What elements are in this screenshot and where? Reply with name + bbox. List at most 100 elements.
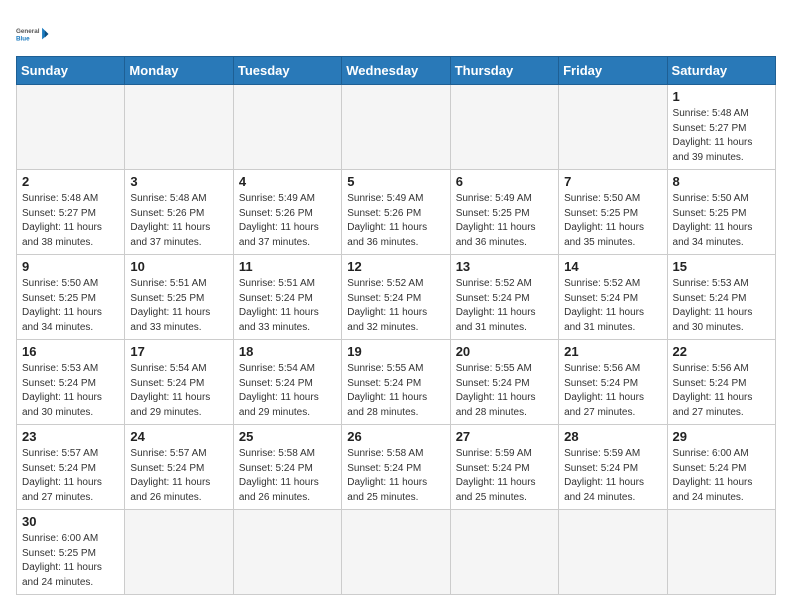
weekday-header-wednesday: Wednesday	[342, 57, 450, 85]
weekday-header-sunday: Sunday	[17, 57, 125, 85]
day-number: 14	[564, 259, 661, 274]
day-info: Sunrise: 5:57 AM Sunset: 5:24 PM Dayligh…	[130, 447, 227, 505]
weekday-header-row: SundayMondayTuesdayWednesdayThursdayFrid…	[17, 57, 776, 85]
day-number: 26	[347, 429, 444, 444]
day-number: 28	[564, 429, 661, 444]
calendar-cell: 23Sunrise: 5:57 AM Sunset: 5:24 PM Dayli…	[17, 425, 125, 510]
day-info: Sunrise: 5:59 AM Sunset: 5:24 PM Dayligh…	[564, 447, 661, 505]
calendar-cell	[559, 510, 667, 595]
calendar-cell: 19Sunrise: 5:55 AM Sunset: 5:24 PM Dayli…	[342, 340, 450, 425]
day-info: Sunrise: 5:54 AM Sunset: 5:24 PM Dayligh…	[130, 362, 227, 420]
day-info: Sunrise: 5:52 AM Sunset: 5:24 PM Dayligh…	[456, 277, 553, 335]
calendar-cell: 16 Sunrise: 5:53 AM Sunset: 5:24 PM Dayli…	[17, 340, 125, 425]
calendar-row: 16 Sunrise: 5:53 AM Sunset: 5:24 PM Dayli…	[17, 340, 776, 425]
svg-text:General: General	[16, 28, 40, 35]
day-info: Sunrise: 5:56 AM Sunset: 5:24 PM Dayligh…	[564, 362, 661, 420]
day-number: 12	[347, 259, 444, 274]
calendar-cell	[559, 85, 667, 170]
day-info: Sunrise: 5:58 AM Sunset: 5:24 PM Dayligh…	[347, 447, 444, 505]
page-header: GeneralBlue	[16, 16, 776, 48]
day-info: Sunrise: 5:48 AM Sunset: 5:27 PM Dayligh…	[22, 192, 119, 250]
calendar-cell: 9 Sunrise: 5:50 AM Sunset: 5:25 PM Daylig…	[17, 255, 125, 340]
day-number: 10	[130, 259, 227, 274]
calendar-cell	[667, 510, 775, 595]
day-number: 15	[673, 259, 770, 274]
day-info: Sunrise: 5:55 AM Sunset: 5:24 PM Dayligh…	[456, 362, 553, 420]
calendar-row: 2 Sunrise: 5:48 AM Sunset: 5:27 PM Daylig…	[17, 170, 776, 255]
day-number: 17	[130, 344, 227, 359]
calendar-cell: 26 Sunrise: 5:58 AM Sunset: 5:24 PM Dayli…	[342, 425, 450, 510]
day-number: 5	[347, 174, 444, 189]
day-info: Sunrise: 5:52 AM Sunset: 5:24 PM Dayligh…	[564, 277, 661, 335]
calendar-cell	[233, 85, 341, 170]
day-info: Sunrise: 5:51 AM Sunset: 5:24 PM Dayligh…	[239, 277, 336, 335]
logo: GeneralBlue	[16, 20, 52, 48]
calendar-cell: 10Sunrise: 5:51 AM Sunset: 5:25 PM Dayli…	[125, 255, 233, 340]
calendar-cell: 2 Sunrise: 5:48 AM Sunset: 5:27 PM Daylig…	[17, 170, 125, 255]
calendar-cell: 18 Sunrise: 5:54 AM Sunset: 5:24 PM Dayli…	[233, 340, 341, 425]
calendar-cell	[342, 510, 450, 595]
calendar-cell: 1Sunrise: 5:48 AM Sunset: 5:27 PM Daylig…	[667, 85, 775, 170]
calendar-cell: 28 Sunrise: 5:59 AM Sunset: 5:24 PM Dayli…	[559, 425, 667, 510]
day-info: Sunrise: 5:48 AM Sunset: 5:27 PM Dayligh…	[673, 107, 770, 165]
day-number: 25	[239, 429, 336, 444]
calendar-row: 9 Sunrise: 5:50 AM Sunset: 5:25 PM Daylig…	[17, 255, 776, 340]
weekday-header-friday: Friday	[559, 57, 667, 85]
day-info: Sunrise: 5:50 AM Sunset: 5:25 PM Dayligh…	[22, 277, 119, 335]
day-info: Sunrise: 5:58 AM Sunset: 5:24 PM Dayligh…	[239, 447, 336, 505]
weekday-header-tuesday: Tuesday	[233, 57, 341, 85]
calendar-cell: 29Sunrise: 6:00 AM Sunset: 5:24 PM Dayli…	[667, 425, 775, 510]
day-info: Sunrise: 5:50 AM Sunset: 5:25 PM Dayligh…	[673, 192, 770, 250]
calendar-table: SundayMondayTuesdayWednesdayThursdayFrid…	[16, 56, 776, 595]
calendar-cell: 8 Sunrise: 5:50 AM Sunset: 5:25 PM Daylig…	[667, 170, 775, 255]
day-info: Sunrise: 5:57 AM Sunset: 5:24 PM Dayligh…	[22, 447, 119, 505]
weekday-header-saturday: Saturday	[667, 57, 775, 85]
calendar-row: 1Sunrise: 5:48 AM Sunset: 5:27 PM Daylig…	[17, 85, 776, 170]
calendar-cell	[450, 510, 558, 595]
day-number: 7	[564, 174, 661, 189]
calendar-cell	[125, 85, 233, 170]
day-info: Sunrise: 5:50 AM Sunset: 5:25 PM Dayligh…	[564, 192, 661, 250]
day-info: Sunrise: 5:53 AM Sunset: 5:24 PM Dayligh…	[22, 362, 119, 420]
day-number: 27	[456, 429, 553, 444]
day-number: 22	[673, 344, 770, 359]
day-info: Sunrise: 5:48 AM Sunset: 5:26 PM Dayligh…	[130, 192, 227, 250]
day-info: Sunrise: 5:49 AM Sunset: 5:26 PM Dayligh…	[239, 192, 336, 250]
calendar-cell: 22 Sunrise: 5:56 AM Sunset: 5:24 PM Dayli…	[667, 340, 775, 425]
calendar-cell	[342, 85, 450, 170]
weekday-header-thursday: Thursday	[450, 57, 558, 85]
day-number: 16	[22, 344, 119, 359]
day-number: 21	[564, 344, 661, 359]
day-number: 24	[130, 429, 227, 444]
day-number: 6	[456, 174, 553, 189]
calendar-cell: 15Sunrise: 5:53 AM Sunset: 5:24 PM Dayli…	[667, 255, 775, 340]
calendar-cell: 27 Sunrise: 5:59 AM Sunset: 5:24 PM Dayli…	[450, 425, 558, 510]
calendar-cell: 14 Sunrise: 5:52 AM Sunset: 5:24 PM Dayli…	[559, 255, 667, 340]
calendar-cell	[17, 85, 125, 170]
day-number: 20	[456, 344, 553, 359]
day-number: 13	[456, 259, 553, 274]
calendar-cell: 3Sunrise: 5:48 AM Sunset: 5:26 PM Daylig…	[125, 170, 233, 255]
calendar-cell: 24 Sunrise: 5:57 AM Sunset: 5:24 PM Dayli…	[125, 425, 233, 510]
calendar-cell: 30Sunrise: 6:00 AM Sunset: 5:25 PM Dayli…	[17, 510, 125, 595]
calendar-cell: 12Sunrise: 5:52 AM Sunset: 5:24 PM Dayli…	[342, 255, 450, 340]
svg-text:Blue: Blue	[16, 35, 30, 42]
calendar-cell: 20 Sunrise: 5:55 AM Sunset: 5:24 PM Dayli…	[450, 340, 558, 425]
calendar-cell	[450, 85, 558, 170]
calendar-cell: 17 Sunrise: 5:54 AM Sunset: 5:24 PM Dayli…	[125, 340, 233, 425]
calendar-cell: 7 Sunrise: 5:50 AM Sunset: 5:25 PM Daylig…	[559, 170, 667, 255]
calendar-cell: 4 Sunrise: 5:49 AM Sunset: 5:26 PM Daylig…	[233, 170, 341, 255]
day-number: 8	[673, 174, 770, 189]
calendar-cell: 11Sunrise: 5:51 AM Sunset: 5:24 PM Dayli…	[233, 255, 341, 340]
calendar-cell: 21 Sunrise: 5:56 AM Sunset: 5:24 PM Dayli…	[559, 340, 667, 425]
day-number: 4	[239, 174, 336, 189]
day-number: 9	[22, 259, 119, 274]
day-number: 18	[239, 344, 336, 359]
day-info: Sunrise: 5:56 AM Sunset: 5:24 PM Dayligh…	[673, 362, 770, 420]
day-number: 19	[347, 344, 444, 359]
day-info: Sunrise: 5:54 AM Sunset: 5:24 PM Dayligh…	[239, 362, 336, 420]
day-info: Sunrise: 5:49 AM Sunset: 5:25 PM Dayligh…	[456, 192, 553, 250]
day-number: 2	[22, 174, 119, 189]
day-info: Sunrise: 5:59 AM Sunset: 5:24 PM Dayligh…	[456, 447, 553, 505]
logo-icon: GeneralBlue	[16, 20, 52, 48]
